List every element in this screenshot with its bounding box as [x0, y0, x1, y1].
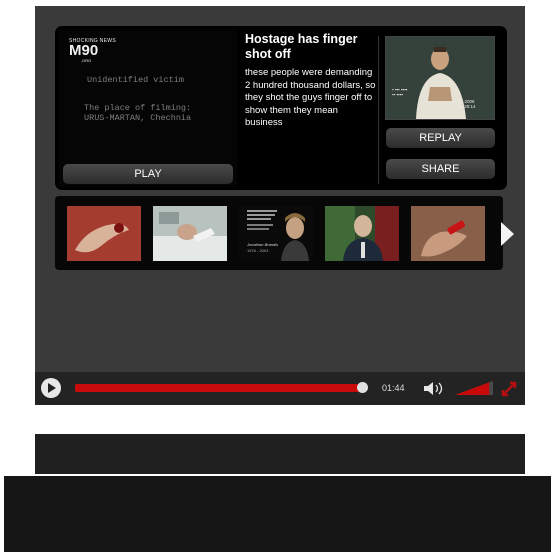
overlay-time: 10:29:14: [458, 104, 476, 109]
fullscreen-icon[interactable]: [501, 381, 517, 397]
play-button[interactable]: PLAY: [63, 164, 233, 184]
poster-dates: 1976 - 2003: [247, 248, 269, 253]
site-logo: SHOCKING NEWS M90 .ORG: [69, 38, 116, 63]
volume-slider[interactable]: [455, 381, 493, 395]
page-bar: [35, 434, 525, 474]
finger-wound-image: [67, 206, 141, 261]
related-video-thumb[interactable]: [325, 206, 399, 261]
bloody-hand-image: [411, 206, 485, 261]
related-videos-strip: Jonathan Brandis 1976 - 2003: [55, 196, 503, 270]
page-footer-bar: [4, 476, 551, 552]
next-arrow-icon[interactable]: [501, 222, 514, 246]
man-in-suit-image: [325, 206, 399, 261]
video-description: these people were demanding 2 hundred th…: [245, 67, 376, 128]
related-video-thumb[interactable]: [153, 206, 227, 261]
filming-place-value: URUS-MARTAN, Chechnia: [84, 113, 192, 123]
related-video-thumb[interactable]: [67, 206, 141, 261]
seek-progress: [75, 384, 363, 392]
hospital-bed-image: [153, 206, 227, 261]
video-player: SHOCKING NEWS M90 .ORG Unidentified vict…: [35, 6, 525, 405]
play-pause-icon[interactable]: [41, 378, 61, 398]
hostage-video-image: [386, 37, 494, 119]
related-video-thumb[interactable]: [411, 206, 485, 261]
filming-place-label: The place of filming:: [84, 103, 192, 113]
current-video-thumbnail[interactable]: ▪ ▪▪▪ ▪▪▪▪ ▪▪ ▪▪▪▪ 21.12.2006 10:29:14: [385, 36, 495, 120]
seek-handle[interactable]: [357, 382, 369, 393]
time-display: 01:44: [382, 383, 405, 393]
seek-bar[interactable]: [75, 382, 369, 393]
victim-caption: Unidentified victim: [87, 75, 184, 85]
replay-button[interactable]: REPLAY: [386, 128, 495, 148]
video-title: Hostage has finger shot off: [245, 32, 358, 61]
poster-name: Jonathan Brandis: [247, 242, 279, 247]
speaker-icon[interactable]: [423, 381, 447, 396]
video-preview-frame[interactable]: SHOCKING NEWS M90 .ORG Unidentified vict…: [59, 30, 237, 186]
share-button[interactable]: SHARE: [386, 159, 495, 179]
control-bar: 01:44: [35, 372, 525, 405]
overlay-caption: ▪ ▪▪▪ ▪▪▪▪ ▪▪ ▪▪▪▪: [392, 87, 408, 97]
panel-divider: [378, 36, 379, 184]
end-screen-panel: SHOCKING NEWS M90 .ORG Unidentified vict…: [55, 26, 507, 190]
related-video-thumb[interactable]: Jonathan Brandis 1976 - 2003: [239, 206, 313, 261]
